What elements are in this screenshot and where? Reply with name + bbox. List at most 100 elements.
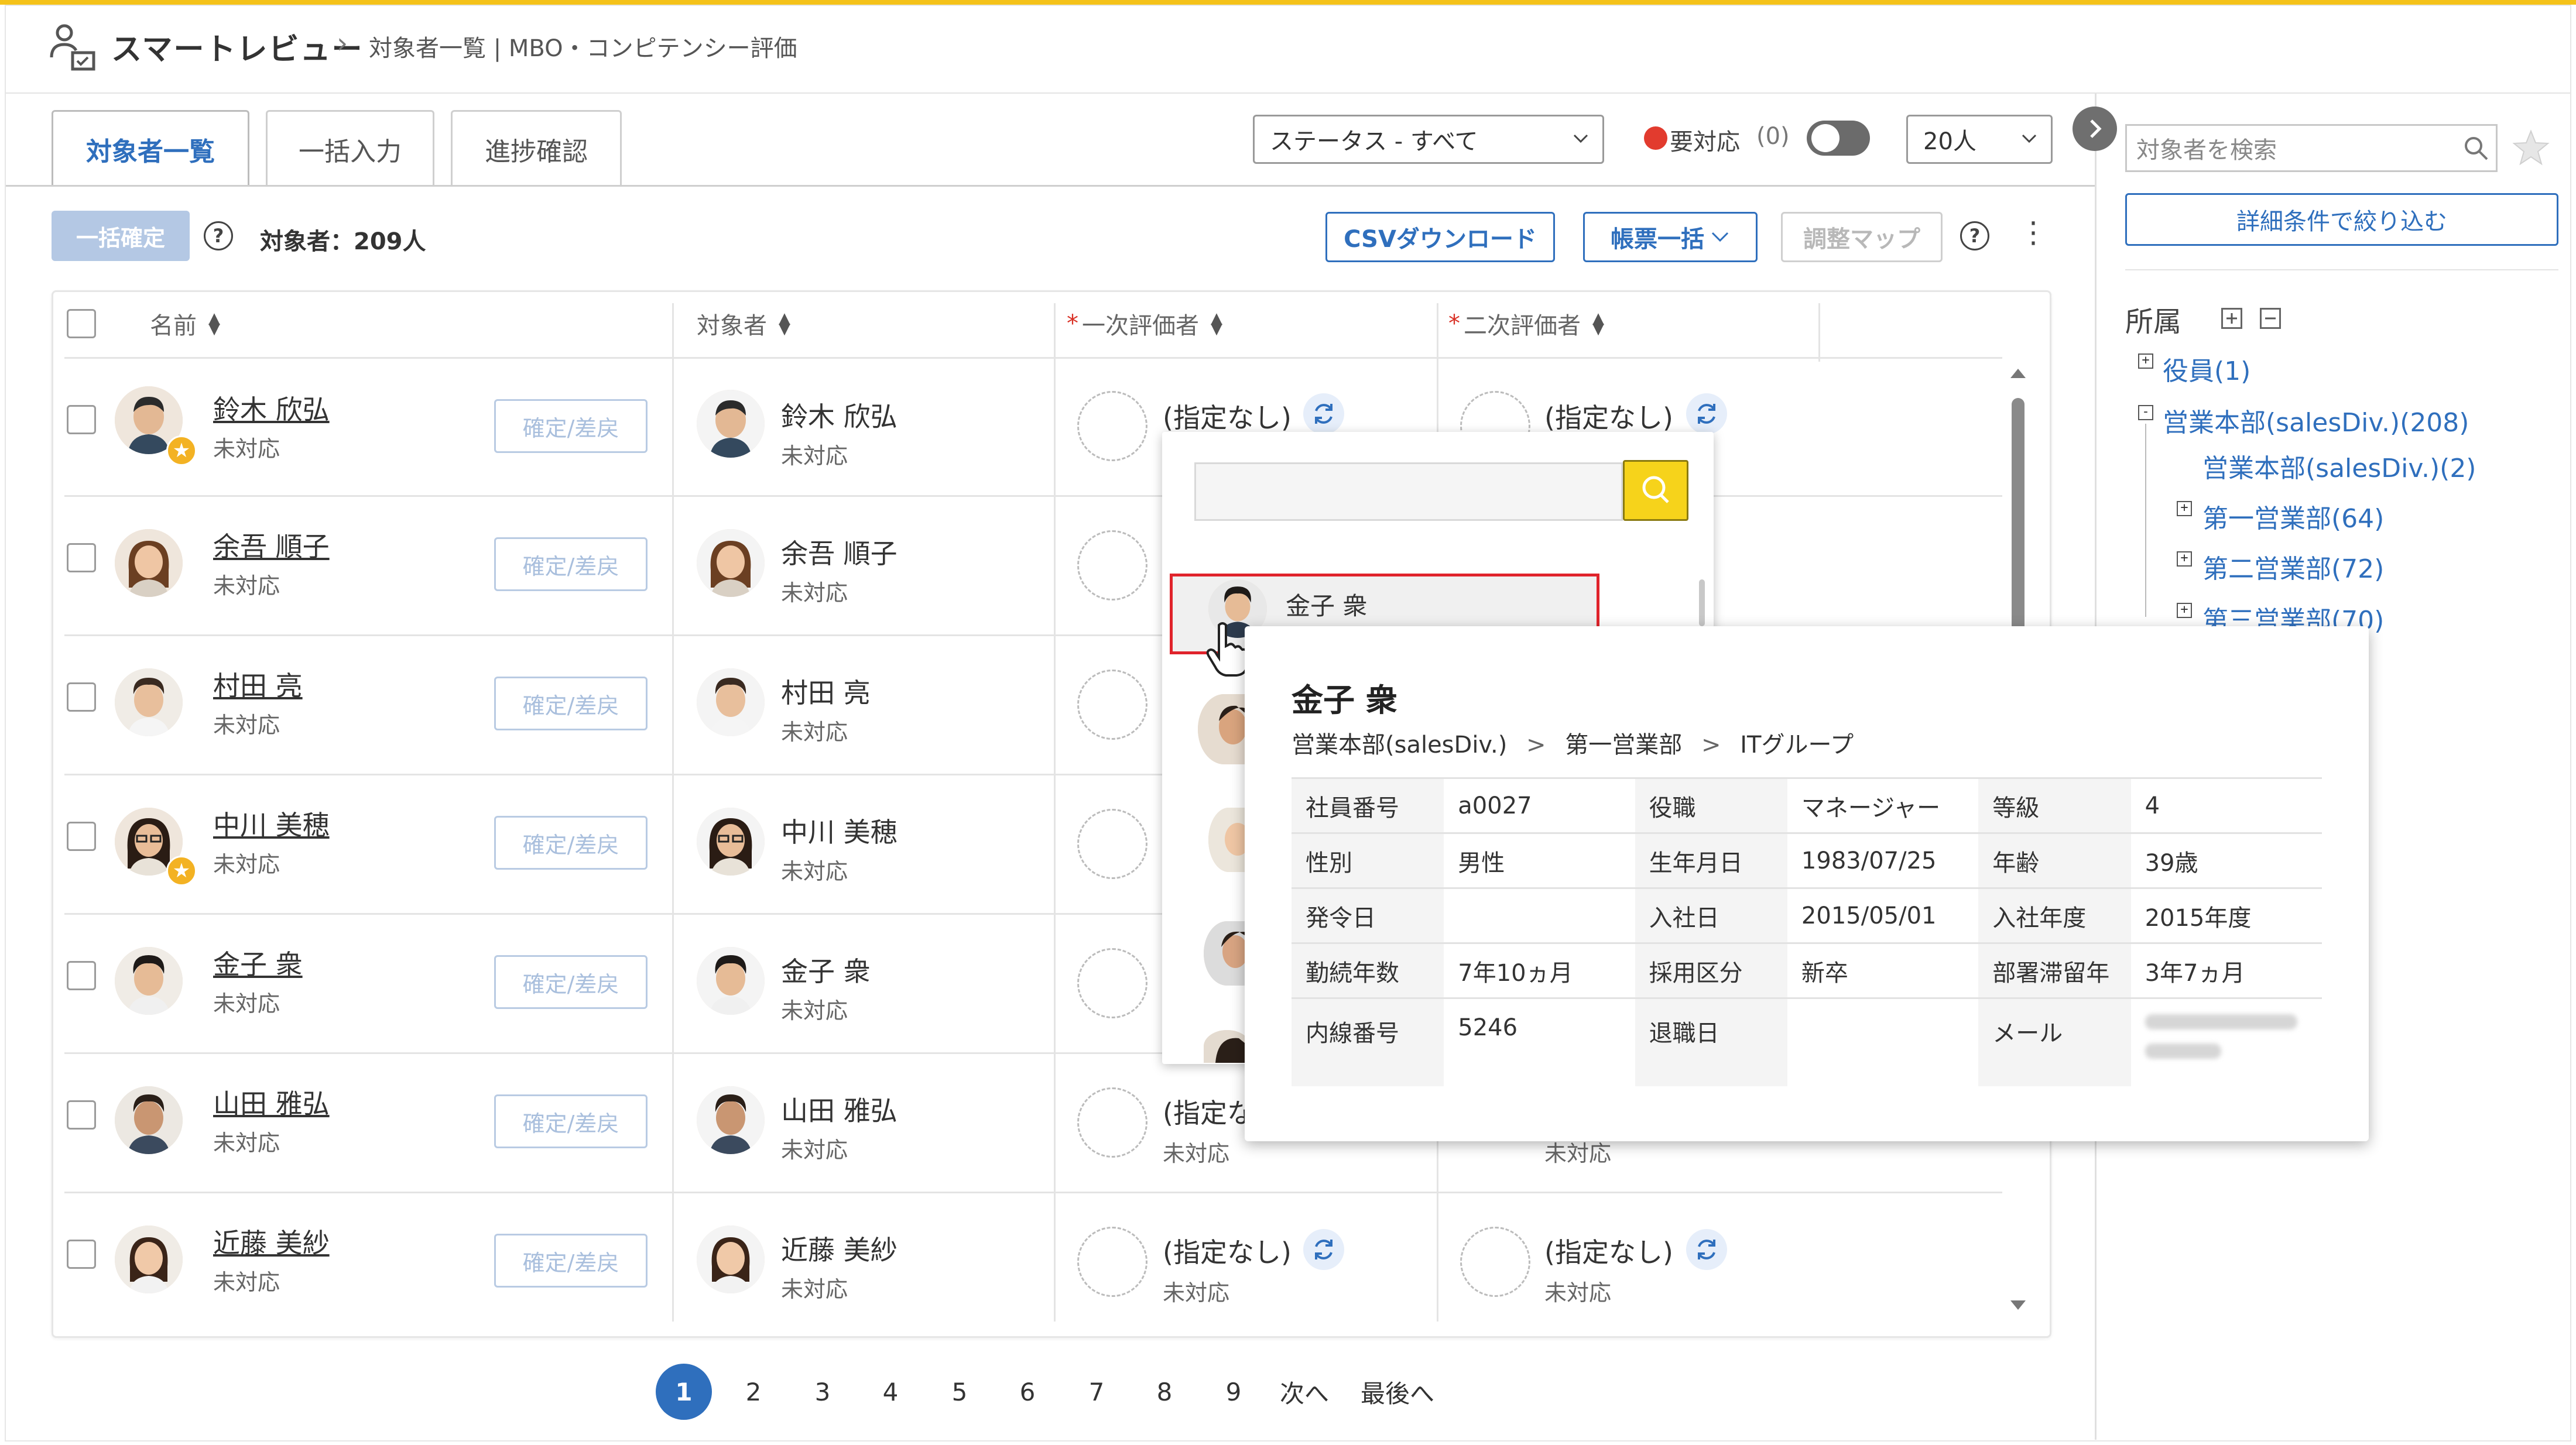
breadcrumb: 対象者一覧 | MBO・コンピテンシー評価 xyxy=(369,35,797,62)
evaluator-search-input[interactable] xyxy=(1194,462,1623,521)
column-header-second-evaluator[interactable]: * 二次評価者 ▲ ▼ xyxy=(1448,307,1604,341)
last-page-link[interactable]: 最後へ xyxy=(1361,1364,1434,1420)
tree-collapse-icon[interactable]: - xyxy=(2138,405,2153,420)
detail-value xyxy=(1444,887,1635,943)
column-header-label: 一次評価者 xyxy=(1082,313,1199,339)
row-checkbox[interactable] xyxy=(67,405,96,434)
tree-item-sales-div[interactable]: 営業本部(salesDiv.)(208) xyxy=(2163,401,2469,439)
row-checkbox[interactable] xyxy=(67,543,96,572)
row-checkbox[interactable] xyxy=(67,682,96,712)
target-name-link[interactable]: 中川 美穂 xyxy=(213,804,330,843)
path-segment: 営業本部(salesDiv.) xyxy=(1292,732,1508,758)
row-status: 未対応 xyxy=(781,719,848,745)
change-evaluator-icon[interactable] xyxy=(1686,393,1727,434)
confirm-return-button[interactable]: 確定/差戻 xyxy=(494,677,648,730)
help-icon[interactable]: ? xyxy=(1960,221,1989,250)
app-title[interactable]: スマートレビュー xyxy=(111,25,363,68)
confirm-return-button[interactable]: 確定/差戻 xyxy=(494,1234,648,1288)
tree-item-executives[interactable]: 役員(1) xyxy=(2163,350,2250,387)
popup-department-path: 営業本部(salesDiv.) > 第一営業部 > ITグループ xyxy=(1292,726,1854,760)
page-1[interactable]: 1 xyxy=(656,1364,712,1420)
evaluator-search-button[interactable] xyxy=(1623,460,1688,521)
page-8[interactable]: 8 xyxy=(1150,1364,1179,1420)
page-9[interactable]: 9 xyxy=(1219,1364,1248,1420)
scroll-up-icon[interactable] xyxy=(2009,366,2027,379)
row-checkbox[interactable] xyxy=(67,822,96,851)
help-icon[interactable]: ? xyxy=(204,221,233,250)
target-name: 山田 雅弘 xyxy=(781,1095,898,1127)
row-status: 未対応 xyxy=(781,998,848,1024)
next-page-link[interactable]: 次へ xyxy=(1280,1364,1329,1420)
target-name-link[interactable]: 山田 雅弘 xyxy=(213,1083,330,1121)
tree-expand-icon[interactable]: + xyxy=(2177,501,2192,516)
collapse-sidebar-button[interactable] xyxy=(2073,107,2117,151)
favorite-star-icon[interactable] xyxy=(2512,129,2550,166)
confirm-return-button[interactable]: 確定/差戻 xyxy=(494,399,648,453)
search-icon[interactable] xyxy=(2462,135,2489,162)
first-evaluator-status: 未対応 xyxy=(1163,1141,1230,1166)
expand-all-icon[interactable] xyxy=(2221,308,2242,329)
confirm-return-button[interactable]: 確定/差戻 xyxy=(494,955,648,1009)
column-header-first-evaluator[interactable]: * 一次評価者 ▲ ▼ xyxy=(1067,307,1222,341)
tree-expand-icon[interactable]: + xyxy=(2177,551,2192,567)
change-evaluator-icon[interactable] xyxy=(1686,1229,1727,1270)
sidebar-search-input[interactable]: 対象者を検索 xyxy=(2125,124,2498,172)
confirm-return-button[interactable]: 確定/差戻 xyxy=(494,537,648,591)
confirm-return-button[interactable]: 確定/差戻 xyxy=(494,816,648,870)
form-bulk-button[interactable]: 帳票一括 xyxy=(1583,212,1758,262)
row-checkbox[interactable] xyxy=(67,1100,96,1130)
detail-row: 社員番号 a0027 役職 マネージャー 等級 4 xyxy=(1292,777,2322,833)
table-scrollbar[interactable] xyxy=(2012,398,2025,632)
more-options-icon[interactable]: ⋮ xyxy=(2019,218,2048,247)
dropdown-item-name: 金子 衆 xyxy=(1286,592,1368,620)
first-evaluator-value: (指定なし) xyxy=(1163,1237,1292,1268)
status-select[interactable]: ステータス - すべて xyxy=(1253,115,1604,164)
tree-expand-icon[interactable]: + xyxy=(2177,603,2192,618)
tree-item-sales-dept-1[interactable]: 第一営業部(64) xyxy=(2202,497,2384,535)
page-4[interactable]: 4 xyxy=(876,1364,905,1420)
tab-bulk-input[interactable]: 一括入力 xyxy=(266,110,434,186)
detail-key: 内線番号 xyxy=(1292,997,1444,1086)
target-name: 金子 衆 xyxy=(781,956,871,987)
target-name-link[interactable]: 余吾 順子 xyxy=(213,526,330,564)
page-5[interactable]: 5 xyxy=(945,1364,974,1420)
tree-item-sales-dept-2[interactable]: 第二営業部(72) xyxy=(2202,548,2384,585)
scroll-down-icon[interactable] xyxy=(2009,1299,2027,1312)
tab-target-list[interactable]: 対象者一覧 xyxy=(52,110,249,186)
select-all-checkbox[interactable] xyxy=(67,309,96,338)
tab-label: 一括入力 xyxy=(299,136,402,167)
tab-progress[interactable]: 進捗確認 xyxy=(451,110,622,186)
avatar xyxy=(697,529,765,597)
bulk-confirm-button[interactable]: 一括確定 xyxy=(52,211,190,261)
target-name-link[interactable]: 近藤 美紗 xyxy=(213,1222,330,1261)
action-required-toggle[interactable] xyxy=(1807,121,1870,156)
advanced-filter-button[interactable]: 詳細条件で絞り込む xyxy=(2125,193,2558,246)
csv-download-button[interactable]: CSVダウンロード xyxy=(1325,212,1555,262)
dropdown-scrollbar[interactable] xyxy=(1699,579,1705,626)
row-checkbox[interactable] xyxy=(67,1240,96,1269)
per-page-value: 20人 xyxy=(1923,128,1976,155)
change-evaluator-icon[interactable] xyxy=(1303,393,1344,434)
column-header-name[interactable]: 名前 ▲ ▼ xyxy=(150,307,220,341)
confirm-return-button[interactable]: 確定/差戻 xyxy=(494,1094,648,1148)
collapse-all-icon[interactable] xyxy=(2260,308,2281,329)
row-checkbox[interactable] xyxy=(67,961,96,990)
tree-expand-icon[interactable]: + xyxy=(2138,353,2153,369)
action-required-label: 要対応 xyxy=(1670,129,1740,156)
per-page-select[interactable]: 20人 xyxy=(1906,115,2053,164)
page-7[interactable]: 7 xyxy=(1082,1364,1111,1420)
empty-avatar xyxy=(1077,1087,1147,1158)
page-6[interactable]: 6 xyxy=(1013,1364,1042,1420)
change-evaluator-icon[interactable] xyxy=(1303,1229,1344,1270)
adjust-map-button[interactable]: 調整マップ xyxy=(1781,212,1943,262)
detail-value: a0027 xyxy=(1444,777,1635,833)
chevron-down-icon xyxy=(1711,232,1729,242)
target-name-link[interactable]: 金子 衆 xyxy=(213,943,303,982)
target-name-link[interactable]: 鈴木 欣弘 xyxy=(213,389,330,427)
blurred-email xyxy=(2145,1014,2297,1029)
page-3[interactable]: 3 xyxy=(808,1364,837,1420)
page-2[interactable]: 2 xyxy=(739,1364,768,1420)
tree-item-sales-div-direct[interactable]: 営業本部(salesDiv.)(2) xyxy=(2202,447,2476,485)
column-header-target[interactable]: 対象者 ▲ ▼ xyxy=(697,307,790,341)
target-name-link[interactable]: 村田 亮 xyxy=(213,665,303,703)
